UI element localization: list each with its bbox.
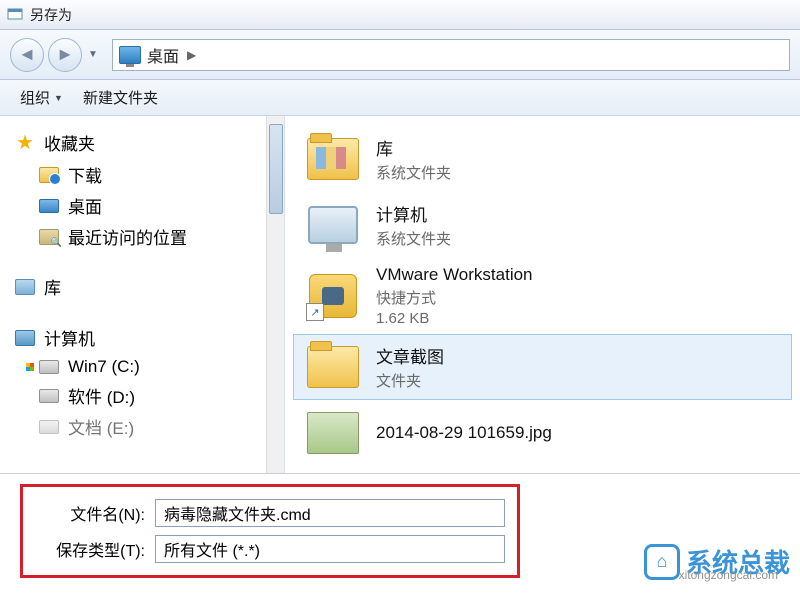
drive-icon [39, 420, 59, 434]
filetype-label: 保存类型(T): [35, 537, 145, 561]
toolbar: 组织 ▼ 新建文件夹 [0, 80, 800, 116]
address-bar[interactable]: 桌面 ▶ [112, 39, 790, 71]
downloads-label: 下载 [68, 162, 102, 187]
entry-vmware[interactable]: ↗ VMware Workstation 快捷方式 1.62 KB [293, 258, 792, 334]
sidebar-item-desktop[interactable]: 桌面 [4, 190, 280, 221]
star-icon: ★ [14, 133, 36, 153]
app-icon [6, 6, 24, 24]
shortcut-arrow-icon: ↗ [306, 303, 324, 321]
entry-screenshots[interactable]: 文章截图 文件夹 [293, 334, 792, 400]
window-title: 另存为 [30, 5, 72, 25]
forward-button[interactable]: ► [48, 38, 82, 72]
sidebar-favorites[interactable]: ★ 收藏夹 [4, 126, 280, 159]
libraries-folder-icon [307, 138, 359, 180]
recent-label: 最近访问的位置 [68, 224, 187, 249]
entry-sub: 快捷方式 [376, 287, 533, 308]
scrollbar-thumb[interactable] [269, 124, 283, 214]
libraries-label: 库 [44, 274, 61, 299]
entry-sub2: 1.62 KB [376, 310, 533, 327]
sidebar-item-recent[interactable]: 最近访问的位置 [4, 221, 280, 252]
filename-label: 文件名(N): [35, 501, 145, 525]
nav-history-dropdown[interactable]: ▼ [86, 38, 100, 72]
sidebar-scrollbar[interactable] [266, 116, 284, 473]
recent-icon [39, 229, 59, 245]
favorites-label: 收藏夹 [44, 130, 95, 155]
computer-label: 计算机 [44, 325, 95, 350]
drive-c-label: Win7 (C:) [68, 357, 140, 377]
sidebar-item-drive-e[interactable]: 文档 (E:) [4, 411, 280, 442]
drive-icon [39, 360, 59, 374]
entry-name: VMware Workstation [376, 265, 533, 285]
titlebar: 另存为 [0, 0, 800, 30]
new-folder-label: 新建文件夹 [83, 87, 158, 108]
entry-name: 2014-08-29 101659.jpg [376, 423, 552, 443]
entry-name: 计算机 [376, 201, 451, 226]
desktop-icon [119, 46, 141, 64]
watermark-logo-icon: ⌂ [644, 544, 680, 580]
entry-sub: 文件夹 [376, 370, 444, 391]
sidebar: ★ 收藏夹 下载 桌面 最近访问的位置 库 [0, 116, 285, 473]
drive-e-label: 文档 (E:) [68, 414, 134, 439]
entry-name: 库 [376, 135, 451, 160]
filename-input[interactable] [155, 499, 505, 527]
drive-icon [39, 389, 59, 403]
entry-libraries[interactable]: 库 系统文件夹 [293, 126, 792, 192]
chevron-down-icon: ▼ [54, 93, 63, 103]
folder-icon [307, 346, 359, 388]
entry-sub: 系统文件夹 [376, 162, 451, 183]
computer-large-icon [308, 206, 358, 244]
downloads-icon [39, 167, 59, 183]
main-area: ★ 收藏夹 下载 桌面 最近访问的位置 库 [0, 116, 800, 474]
organize-label: 组织 [20, 87, 50, 108]
entry-image[interactable]: 2014-08-29 101659.jpg [293, 400, 792, 460]
desktop-icon [39, 199, 59, 213]
filetype-value: 所有文件 (*.*) [164, 537, 260, 561]
file-list: 库 系统文件夹 计算机 系统文件夹 ↗ VMware Workstation 快… [285, 116, 800, 473]
vmware-icon: ↗ [309, 274, 357, 318]
watermark: ⌂ 系统总裁 xitongzongcai.com [644, 543, 790, 580]
drive-d-label: 软件 (D:) [68, 383, 135, 408]
image-icon [307, 412, 359, 454]
desktop-label: 桌面 [68, 193, 102, 218]
sidebar-item-downloads[interactable]: 下载 [4, 159, 280, 190]
computer-icon [15, 330, 35, 346]
highlight-annotation: 文件名(N): 保存类型(T): 所有文件 (*.*) [20, 484, 520, 578]
sidebar-computer[interactable]: 计算机 [4, 321, 280, 354]
sidebar-item-drive-d[interactable]: 软件 (D:) [4, 380, 280, 411]
save-panel: 文件名(N): 保存类型(T): 所有文件 (*.*) ⌂ 系统总裁 xiton… [0, 474, 800, 588]
chevron-right-icon[interactable]: ▶ [187, 48, 196, 62]
filetype-combo[interactable]: 所有文件 (*.*) [155, 535, 505, 563]
sidebar-item-drive-c[interactable]: Win7 (C:) [4, 354, 280, 380]
watermark-url: xitongzongcai.com [679, 568, 778, 582]
back-button[interactable]: ◄ [10, 38, 44, 72]
entry-sub: 系统文件夹 [376, 228, 451, 249]
address-crumb: 桌面 [147, 43, 179, 67]
entry-name: 文章截图 [376, 343, 444, 368]
organize-button[interactable]: 组织 ▼ [14, 83, 69, 112]
entry-computer[interactable]: 计算机 系统文件夹 [293, 192, 792, 258]
new-folder-button[interactable]: 新建文件夹 [77, 83, 164, 112]
navbar: ◄ ► ▼ 桌面 ▶ [0, 30, 800, 80]
libraries-icon [15, 279, 35, 295]
sidebar-libraries[interactable]: 库 [4, 270, 280, 303]
